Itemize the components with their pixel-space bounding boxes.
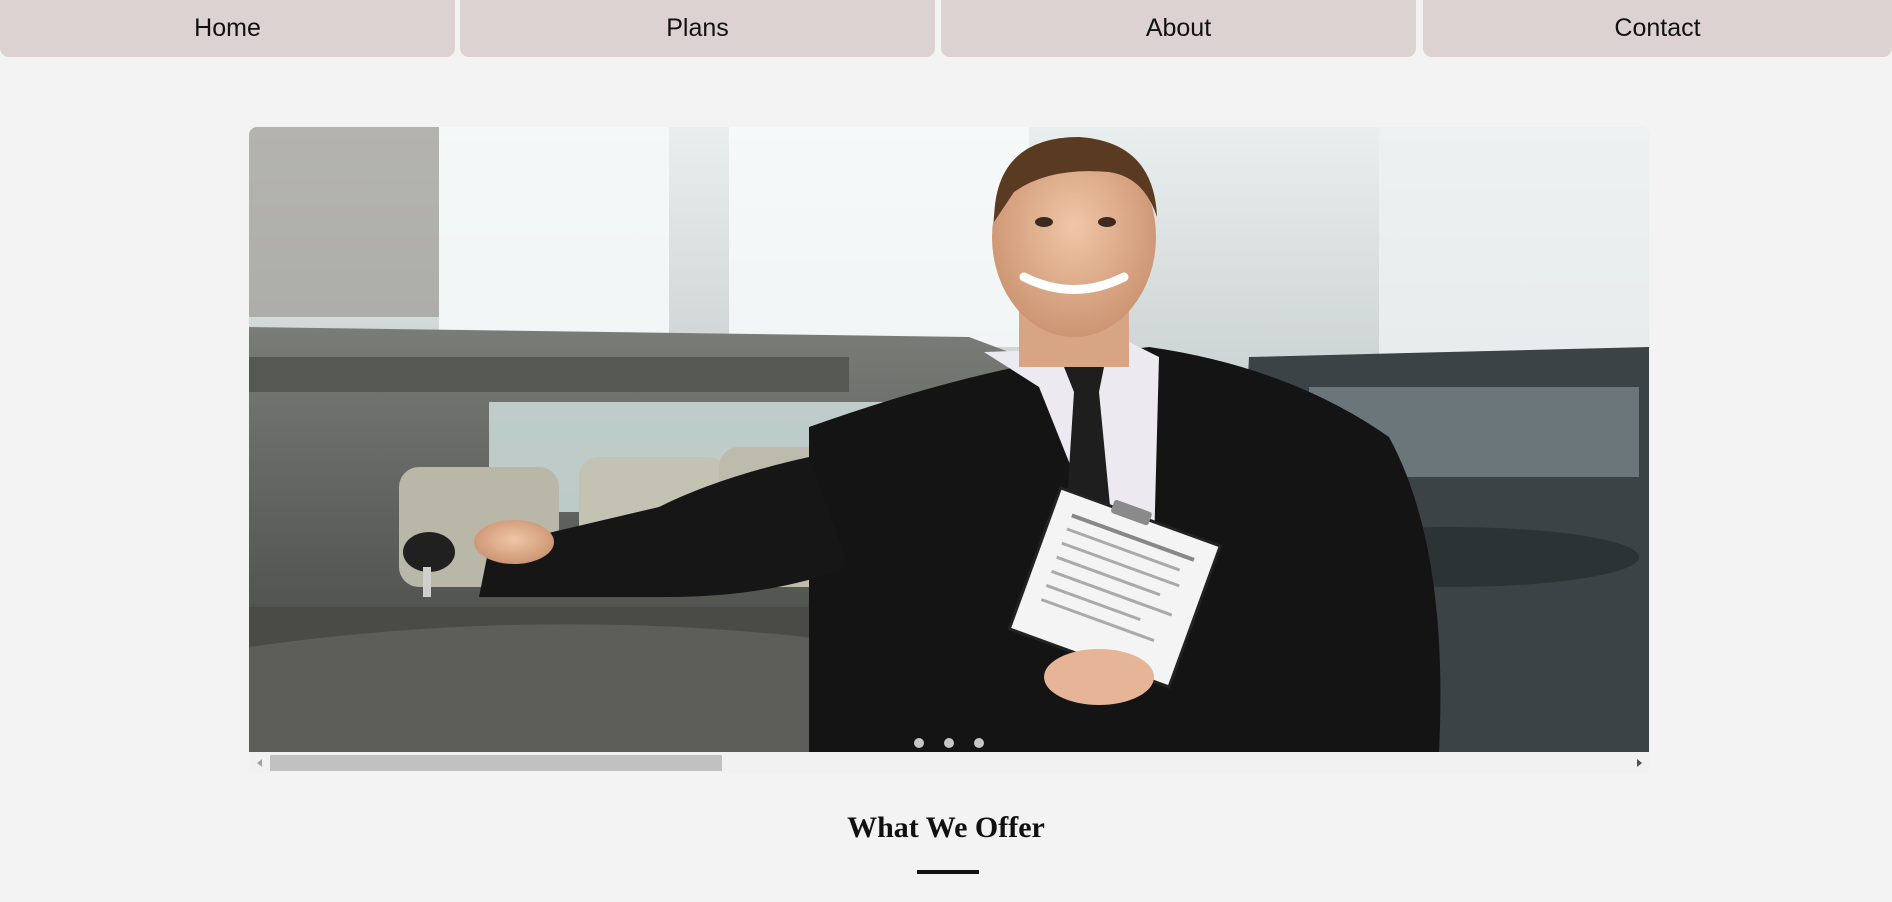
nav-plans-label: Plans <box>666 14 729 42</box>
horizontal-scrollbar[interactable] <box>249 752 1649 773</box>
carousel-slide <box>249 127 1649 752</box>
scrollbar-thumb[interactable] <box>270 755 722 771</box>
nav-contact-label: Contact <box>1614 14 1701 42</box>
nav-about[interactable]: About <box>941 0 1416 57</box>
nav-home[interactable]: Home <box>0 0 455 57</box>
carousel-indicators <box>249 738 1649 752</box>
nav-home-label: Home <box>194 14 261 42</box>
arrow-right-icon <box>1636 758 1642 767</box>
section-title: What We Offer <box>847 811 1045 844</box>
scroll-left-arrow[interactable] <box>249 752 269 773</box>
title-underline <box>917 870 979 874</box>
nav-about-label: About <box>1145 14 1212 42</box>
nav-plans[interactable]: Plans <box>460 0 935 57</box>
top-navigation: Home Plans About Contact <box>0 0 1892 58</box>
scroll-right-arrow[interactable] <box>1629 752 1649 773</box>
image-carousel[interactable] <box>249 127 1649 773</box>
carousel-dot-3[interactable] <box>974 738 984 748</box>
car-salesman-photo <box>249 127 1649 752</box>
carousel-dot-1[interactable] <box>914 738 924 748</box>
nav-contact[interactable]: Contact <box>1423 0 1892 57</box>
arrow-left-icon <box>256 758 262 767</box>
carousel-dot-2[interactable] <box>944 738 954 748</box>
